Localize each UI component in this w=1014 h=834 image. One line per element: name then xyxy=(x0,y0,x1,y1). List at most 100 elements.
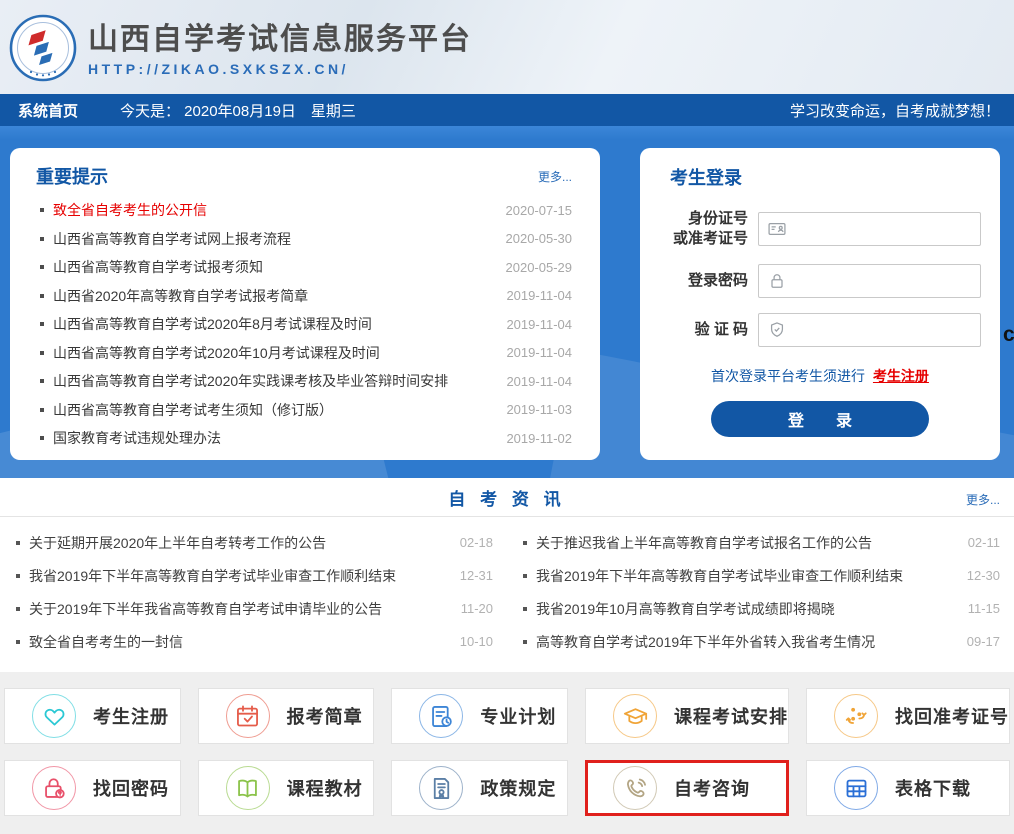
login-button[interactable]: 登 录 xyxy=(711,401,929,437)
news-title: 自 考 资 讯 xyxy=(448,485,565,510)
quicklink-label: 课程教材 xyxy=(287,775,363,801)
news-item: 我省2019年10月高等教育自学考试成绩即将揭晓11-15 xyxy=(519,592,1000,625)
hero-section: 重要提示 更多... 致全省自考考生的公开信2020-07-15山西省高等教育自… xyxy=(0,126,1014,478)
notice-more-link[interactable]: 更多... xyxy=(538,168,572,185)
notice-link[interactable]: 山西省高等教育自学考试报考须知 xyxy=(53,257,496,277)
quicklink-label: 考生注册 xyxy=(93,703,169,729)
site-title: 山西自学考试信息服务平台 xyxy=(88,23,472,57)
quicklink-label: 专业计划 xyxy=(480,703,556,729)
quicklink-找回密码[interactable]: 找回密码 xyxy=(4,760,181,816)
site-logo xyxy=(8,13,78,83)
password-label-text: 登录密码 xyxy=(670,271,748,291)
notice-link[interactable]: 山西省高等教育自学考试考生须知（修订版） xyxy=(53,400,496,420)
captcha-image[interactable]: cmdp xyxy=(1003,315,1014,345)
heart-circle xyxy=(32,694,76,738)
news-link[interactable]: 关于2019年下半年我省高等教育自学考试申请毕业的公告 xyxy=(29,599,451,619)
bullet-icon xyxy=(40,265,44,269)
notice-link[interactable]: 山西省高等教育自学考试2020年实践课考核及毕业答辩时间安排 xyxy=(53,371,496,391)
calendar-check-icon xyxy=(234,703,261,730)
news-item: 关于2019年下半年我省高等教育自学考试申请毕业的公告11-20 xyxy=(12,592,493,625)
quicklink-课程教材[interactable]: 课程教材 xyxy=(198,760,375,816)
quicklinks-grid: 考生注册 报考简章 专业计划 课程考试安排 找回准考证号找回密码 课程教材 政策规定自考咨询… xyxy=(0,672,1014,834)
heart-icon xyxy=(41,703,68,730)
news-link[interactable]: 我省2019年下半年高等教育自学考试毕业审查工作顺利结束 xyxy=(29,566,450,586)
id-label-line1: 身份证号 xyxy=(670,209,748,229)
route-dots-circle xyxy=(834,694,878,738)
notice-link[interactable]: 山西省高等教育自学考试2020年8月考试课程及时间 xyxy=(53,314,496,334)
notice-link[interactable]: 山西省2020年高等教育自学考试报考简章 xyxy=(53,286,496,306)
notice-item: 山西省高等教育自学考试考生须知（修订版） 2019-11-03 xyxy=(36,396,572,425)
captcha-label-text: 验 证 码 xyxy=(670,320,748,340)
notice-item: 山西省高等教育自学考试2020年实践课考核及毕业答辩时间安排2019-11-04 xyxy=(36,367,572,396)
navbar: 系统首页 今天是： 2020年08月19日 星期三 学习改变命运，自考成就梦想！ xyxy=(0,94,1014,126)
register-link[interactable]: 考生注册 xyxy=(873,368,929,384)
quicklink-报考简章[interactable]: 报考简章 xyxy=(198,688,375,744)
bullet-icon xyxy=(16,607,20,611)
login-title: 考生登录 xyxy=(670,164,970,194)
notice-link[interactable]: 山西省高等教育自学考试2020年10月考试课程及时间 xyxy=(53,343,496,363)
news-link[interactable]: 我省2019年10月高等教育自学考试成绩即将揭晓 xyxy=(536,599,958,619)
quicklink-label: 课程考试安排 xyxy=(674,703,788,729)
calendar-check-circle xyxy=(226,694,270,738)
register-hint: 首次登录平台考生须进行 考生注册 xyxy=(670,366,970,386)
news-link[interactable]: 高等教育自学考试2019年下半年外省转入我省考生情况 xyxy=(536,632,957,652)
news-more-link[interactable]: 更多... xyxy=(966,491,1000,508)
quicklink-政策规定[interactable]: 政策规定 xyxy=(391,760,568,816)
news-link[interactable]: 致全省自考考生的一封信 xyxy=(29,632,450,652)
id-input[interactable] xyxy=(787,214,980,244)
news-date: 09-17 xyxy=(967,634,1000,649)
quicklink-课程考试安排[interactable]: 课程考试安排 xyxy=(585,688,789,744)
news-item: 关于推迟我省上半年高等教育自学考试报名工作的公告02-11 xyxy=(519,526,1000,559)
bullet-icon xyxy=(40,379,44,383)
quicklink-找回准考证号[interactable]: 找回准考证号 xyxy=(806,688,1010,744)
news-date: 10-10 xyxy=(460,634,493,649)
graduation-cap-circle xyxy=(613,694,657,738)
bullet-icon xyxy=(40,322,44,326)
password-label: 登录密码 xyxy=(670,271,748,291)
news-date: 12-31 xyxy=(460,568,493,583)
news-link[interactable]: 关于推迟我省上半年高等教育自学考试报名工作的公告 xyxy=(536,533,958,553)
news-link[interactable]: 我省2019年下半年高等教育自学考试毕业审查工作顺利结束 xyxy=(536,566,957,586)
quicklink-label: 找回密码 xyxy=(93,775,169,801)
news-col-left: 关于延期开展2020年上半年自考转考工作的公告02-18我省2019年下半年高等… xyxy=(12,526,493,658)
notice-date: 2019-11-03 xyxy=(506,402,572,417)
news-item: 高等教育自学考试2019年下半年外省转入我省考生情况 09-17 xyxy=(519,625,1000,658)
captcha-input[interactable] xyxy=(787,315,980,345)
nav-slogan: 学习改变命运，自考成就梦想！ xyxy=(790,100,1000,121)
bullet-icon xyxy=(523,541,527,545)
document-clock-icon xyxy=(428,703,455,730)
phone-icon xyxy=(622,775,649,802)
quicklink-考生注册[interactable]: 考生注册 xyxy=(4,688,181,744)
notice-link[interactable]: 致全省自考考生的公开信 xyxy=(53,200,496,220)
news-col-right: 关于推迟我省上半年高等教育自学考试报名工作的公告02-11 我省2019年下半年高… xyxy=(519,526,1000,658)
id-label: 身份证号 或准考证号 xyxy=(670,209,748,249)
nav-date-text: 今天是： 2020年08月19日 星期三 xyxy=(120,100,356,121)
bullet-icon xyxy=(40,294,44,298)
bullet-icon xyxy=(16,574,20,578)
password-input-box xyxy=(758,264,981,298)
quicklink-自考咨询[interactable]: 自考咨询 xyxy=(585,760,789,816)
quicklink-表格下载[interactable]: 表格下载 xyxy=(806,760,1010,816)
site-header: 山西自学考试信息服务平台 HTTP://ZIKAO.SXKSZX.CN/ xyxy=(0,0,1014,94)
notice-item: 国家教育考试违规处理办法2019-11-02 xyxy=(36,424,572,453)
notice-item: 山西省高等教育自学考试2020年10月考试课程及时间2019-11-04 xyxy=(36,339,572,368)
notice-link[interactable]: 国家教育考试违规处理办法 xyxy=(53,428,496,448)
nav-home-link[interactable]: 系统首页 xyxy=(18,100,78,121)
notice-item: 山西省高等教育自学考试网上报考流程2020-05-30 xyxy=(36,225,572,254)
news-link[interactable]: 关于延期开展2020年上半年自考转考工作的公告 xyxy=(29,533,450,553)
bullet-icon xyxy=(523,574,527,578)
bullet-icon xyxy=(523,607,527,611)
id-label-line2: 或准考证号 xyxy=(670,229,748,249)
quicklink-专业计划[interactable]: 专业计划 xyxy=(391,688,568,744)
bullet-icon xyxy=(40,208,44,212)
notice-list: 致全省自考考生的公开信2020-07-15山西省高等教育自学考试网上报考流程20… xyxy=(36,196,572,453)
table-icon xyxy=(843,775,870,802)
quicklink-label: 找回准考证号 xyxy=(895,703,1009,729)
notice-title: 重要提示 xyxy=(36,163,108,189)
site-url: HTTP://ZIKAO.SXKSZX.CN/ xyxy=(88,61,472,77)
captcha-input-box xyxy=(758,313,981,347)
phone-circle xyxy=(613,766,657,810)
bullet-icon xyxy=(16,640,20,644)
password-input[interactable] xyxy=(787,266,980,296)
notice-link[interactable]: 山西省高等教育自学考试网上报考流程 xyxy=(53,229,496,249)
